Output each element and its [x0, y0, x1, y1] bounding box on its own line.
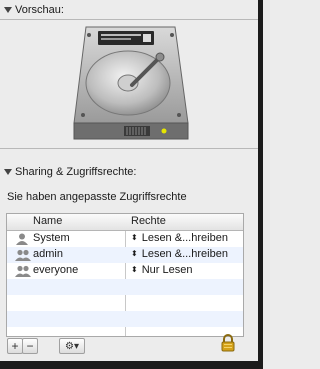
updown-arrows-icon: ⬍: [131, 233, 138, 242]
privilege-popup[interactable]: ⬍ Lesen &...hreiben: [131, 232, 228, 244]
divider: [0, 148, 258, 149]
privilege-popup[interactable]: ⬍ Lesen &...hreiben: [131, 248, 228, 260]
updown-arrows-icon: ⬍: [131, 249, 138, 258]
permissions-table[interactable]: Name Rechte System ⬍ Lesen &...hreiben a…: [6, 213, 244, 337]
preview-section-header[interactable]: Vorschau:: [0, 1, 258, 19]
action-menu-button[interactable]: ⚙▾: [59, 338, 85, 354]
group-icon: [15, 265, 31, 277]
empty-row: [7, 295, 243, 311]
table-row[interactable]: admin ⬍ Lesen &...hreiben: [7, 247, 243, 263]
disclosure-triangle-icon[interactable]: [4, 169, 12, 175]
table-row[interactable]: everyone ⬍ Nur Lesen: [7, 263, 243, 279]
empty-row: [7, 279, 243, 295]
preview-area: [0, 19, 258, 145]
row-name: everyone: [33, 264, 79, 276]
privilege-value: Lesen &...hreiben: [141, 248, 228, 260]
lock-icon[interactable]: [220, 334, 236, 352]
row-name: System: [33, 232, 70, 244]
disclosure-triangle-icon[interactable]: [4, 7, 12, 13]
row-name: admin: [33, 248, 63, 260]
user-icon: [16, 233, 28, 245]
name-column-header[interactable]: Name: [33, 215, 62, 227]
custom-access-text: Sie haben angepasste Zugriffsrechte: [7, 191, 187, 203]
empty-row: [7, 311, 243, 327]
remove-button[interactable]: −: [22, 338, 38, 354]
group-icon: [15, 249, 31, 261]
sharing-title: Sharing & Zugriffsrechte:: [15, 166, 137, 178]
table-row[interactable]: System ⬍ Lesen &...hreiben: [7, 231, 243, 247]
privilege-value: Lesen &...hreiben: [141, 232, 228, 244]
window-edge: [258, 0, 263, 369]
table-header: Name Rechte: [7, 214, 243, 231]
privilege-column-header[interactable]: Rechte: [131, 215, 166, 227]
hard-drive-icon: [73, 26, 189, 140]
privilege-popup[interactable]: ⬍ Nur Lesen: [131, 264, 192, 276]
updown-arrows-icon: ⬍: [131, 265, 138, 274]
add-button[interactable]: +: [7, 338, 23, 354]
sharing-section-header[interactable]: Sharing & Zugriffsrechte:: [0, 163, 258, 181]
window-bottom-edge: [0, 361, 263, 369]
preview-title: Vorschau:: [15, 4, 64, 16]
privilege-value: Nur Lesen: [141, 264, 193, 276]
